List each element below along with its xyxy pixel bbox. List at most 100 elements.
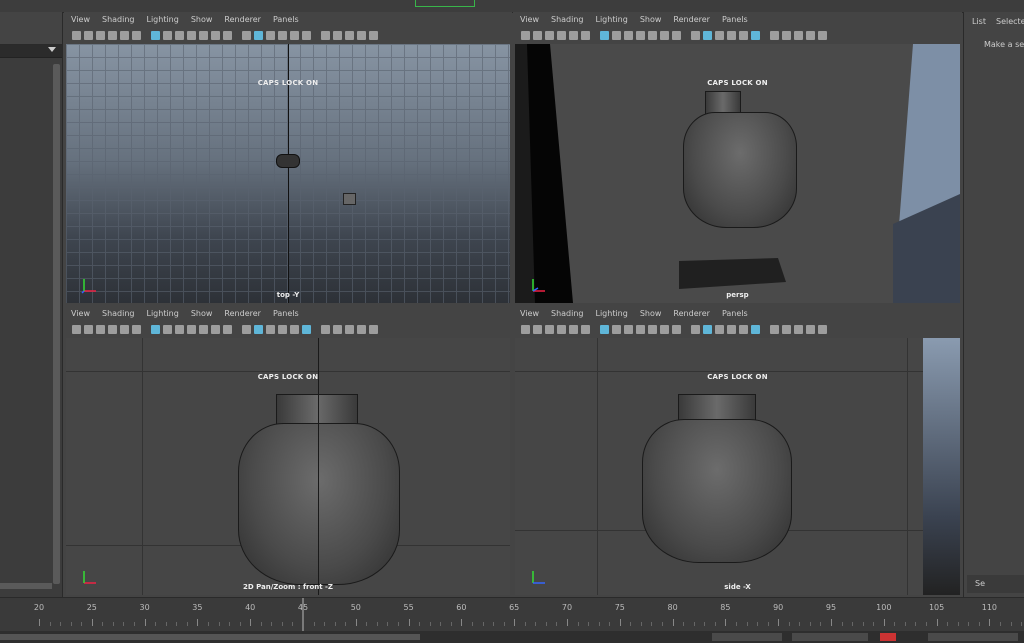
menu-view[interactable]: View	[71, 15, 90, 24]
aa-icon[interactable]	[794, 324, 803, 334]
safe-action-icon[interactable]	[660, 324, 669, 334]
viewport-canvas[interactable]: CAPS LOCK ON 2D Pan/Zoom : front -Z	[66, 338, 510, 595]
vase-mesh[interactable]	[642, 394, 796, 569]
bookmark-icon[interactable]	[545, 324, 554, 334]
default-light-icon[interactable]	[266, 30, 275, 40]
light-icon[interactable]	[276, 154, 300, 168]
grease-pencil-icon[interactable]	[132, 30, 141, 40]
camera-icon[interactable]	[521, 30, 530, 40]
aa-icon[interactable]	[345, 324, 354, 334]
aa-icon[interactable]	[794, 30, 803, 40]
select-button[interactable]: Se	[967, 575, 1024, 593]
menu-panels[interactable]: Panels	[273, 309, 299, 318]
safe-title-icon[interactable]	[672, 324, 681, 334]
menu-lighting[interactable]: Lighting	[146, 15, 178, 24]
viewport-canvas[interactable]: CAPS LOCK ON side -X	[515, 338, 960, 595]
camera-attr-icon[interactable]	[533, 30, 542, 40]
wireframe-icon[interactable]	[242, 324, 251, 334]
grid-icon[interactable]	[600, 324, 609, 334]
ssao-icon[interactable]	[321, 30, 330, 40]
motion-blur-icon[interactable]	[782, 324, 791, 334]
outliner-scrollbar[interactable]	[53, 64, 60, 584]
grid-icon[interactable]	[151, 30, 160, 40]
menu-shading[interactable]: Shading	[102, 15, 135, 24]
menu-lighting[interactable]: Lighting	[595, 309, 627, 318]
menu-renderer[interactable]: Renderer	[673, 309, 710, 318]
image-plane-icon[interactable]	[557, 30, 566, 40]
film-gate-icon[interactable]	[163, 324, 172, 334]
menu-show[interactable]: Show	[640, 15, 662, 24]
camera-icon[interactable]	[72, 324, 81, 334]
menu-shading[interactable]: Shading	[102, 309, 135, 318]
film-gate-icon[interactable]	[163, 30, 172, 40]
safe-action-icon[interactable]	[660, 30, 669, 40]
textured-icon[interactable]	[727, 30, 736, 40]
playback-options-field[interactable]	[928, 633, 1018, 641]
wireframe-icon[interactable]	[242, 30, 251, 40]
menu-panels[interactable]: Panels	[273, 15, 299, 24]
menu-view[interactable]: View	[520, 15, 539, 24]
viewport-side[interactable]: View Shading Lighting Show Renderer Panels CA…	[513, 306, 962, 597]
menu-view[interactable]: View	[520, 309, 539, 318]
outliner-dropdown[interactable]	[0, 45, 62, 58]
image-plane-icon[interactable]	[557, 324, 566, 334]
resolution-gate-icon[interactable]	[175, 30, 184, 40]
viewport-persp[interactable]: View Shading Lighting Show Renderer Panels CA…	[513, 12, 962, 305]
gate-mask-icon[interactable]	[636, 324, 645, 334]
two-d-pan-icon[interactable]	[120, 324, 129, 334]
xray-icon[interactable]	[818, 30, 827, 40]
motion-blur-icon[interactable]	[333, 30, 342, 40]
default-light-icon[interactable]	[715, 30, 724, 40]
smooth-shade-icon[interactable]	[254, 30, 263, 40]
safe-action-icon[interactable]	[211, 30, 220, 40]
bookmark-icon[interactable]	[96, 324, 105, 334]
shadows-icon[interactable]	[751, 324, 760, 334]
xray-icon[interactable]	[369, 324, 378, 334]
grid-icon[interactable]	[600, 30, 609, 40]
smooth-shade-icon[interactable]	[703, 324, 712, 334]
image-plane-icon[interactable]	[108, 30, 117, 40]
range-slider-bar[interactable]	[0, 634, 420, 640]
field-chart-icon[interactable]	[199, 324, 208, 334]
film-gate-icon[interactable]	[612, 30, 621, 40]
resolution-gate-icon[interactable]	[624, 30, 633, 40]
field-chart-icon[interactable]	[648, 30, 657, 40]
camera-icon[interactable]	[72, 30, 81, 40]
grease-pencil-icon[interactable]	[132, 324, 141, 334]
camera-attr-icon[interactable]	[533, 324, 542, 334]
menu-shading[interactable]: Shading	[551, 309, 584, 318]
vase-mesh[interactable]	[683, 91, 797, 231]
film-gate-icon[interactable]	[612, 324, 621, 334]
smooth-shade-icon[interactable]	[703, 30, 712, 40]
isolate-icon[interactable]	[357, 324, 366, 334]
safe-title-icon[interactable]	[223, 30, 232, 40]
viewport-front[interactable]: View Shading Lighting Show Renderer Panels CA…	[64, 306, 512, 597]
motion-blur-icon[interactable]	[782, 30, 791, 40]
bookmark-icon[interactable]	[96, 30, 105, 40]
resolution-gate-icon[interactable]	[624, 324, 633, 334]
menu-lighting[interactable]: Lighting	[595, 15, 627, 24]
current-time-marker[interactable]	[302, 598, 304, 632]
menu-show[interactable]: Show	[191, 309, 213, 318]
ssao-icon[interactable]	[770, 324, 779, 334]
two-d-pan-icon[interactable]	[569, 30, 578, 40]
safe-title-icon[interactable]	[672, 30, 681, 40]
two-d-pan-icon[interactable]	[569, 324, 578, 334]
menu-panels[interactable]: Panels	[722, 309, 748, 318]
menu-renderer[interactable]: Renderer	[673, 15, 710, 24]
resolution-gate-icon[interactable]	[175, 324, 184, 334]
two-d-pan-icon[interactable]	[120, 30, 129, 40]
camera-icon[interactable]	[521, 324, 530, 334]
ssao-icon[interactable]	[321, 324, 330, 334]
image-plane-icon[interactable]	[108, 324, 117, 334]
shadows-icon[interactable]	[751, 30, 760, 40]
field-chart-icon[interactable]	[199, 30, 208, 40]
menu-show[interactable]: Show	[191, 15, 213, 24]
menu-show[interactable]: Show	[640, 309, 662, 318]
wireframe-icon[interactable]	[691, 30, 700, 40]
shadows-icon[interactable]	[302, 324, 311, 334]
menu-selected[interactable]: Selecte	[996, 17, 1024, 26]
menu-shading[interactable]: Shading	[551, 15, 584, 24]
range-slider[interactable]	[0, 631, 1024, 643]
isolate-icon[interactable]	[357, 30, 366, 40]
